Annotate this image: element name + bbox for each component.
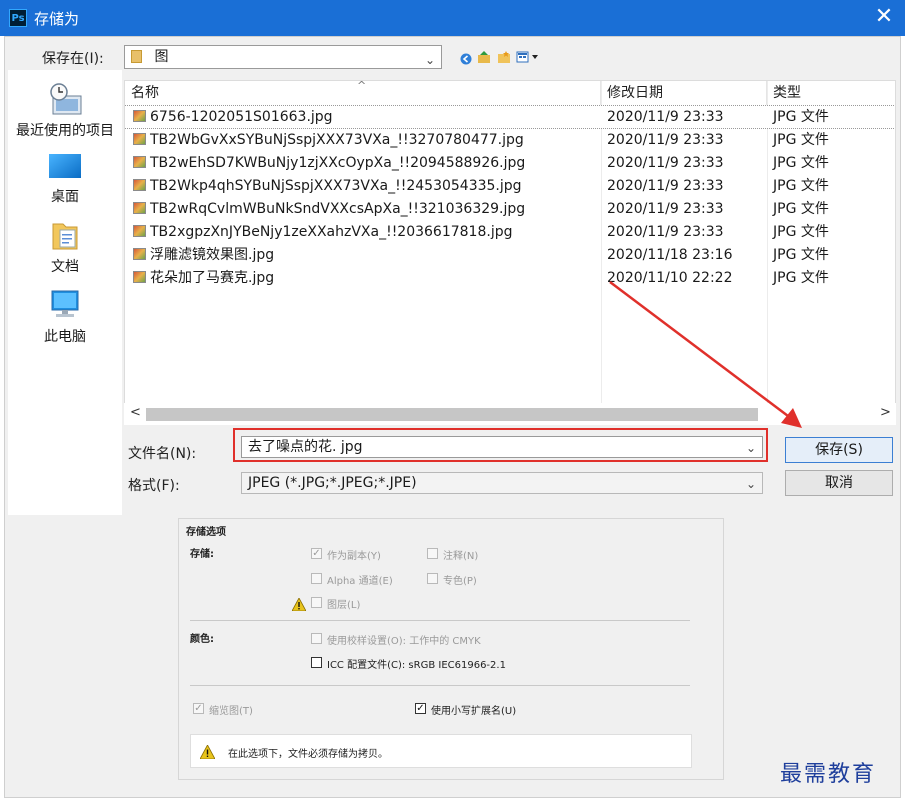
layers-checkbox[interactable] [311,597,322,608]
recent-places-icon [50,83,82,115]
jpg-file-icon [133,271,146,283]
this-pc-icon [51,290,79,317]
close-icon[interactable]: ✕ [872,4,896,30]
back-icon[interactable] [460,50,472,69]
use-proof-setup-label: 使用校样设置(O): 工作中的 CMYK [327,636,481,647]
file-row[interactable]: TB2Wkp4qhSYBuNjSspjXXX73VXa_!!2453054335… [125,175,895,197]
scroll-left-icon[interactable]: < [130,405,141,420]
section-divider [190,685,690,686]
layers-label: 图层(L) [327,600,361,611]
jpg-file-icon [133,225,146,237]
watermark-text: 最需教育 [780,762,877,787]
chevron-down-icon: ⌄ [745,441,756,455]
column-header-name[interactable]: 名称 ^ [125,81,601,105]
filename-value: 去了噪点的花. jpg [248,439,363,455]
up-folder-icon[interactable] [477,49,491,68]
warning-message: 在此选项下，文件必须存储为拷贝。 [228,749,388,760]
lowercase-extension-label: 使用小写扩展名(U) [431,706,517,717]
file-row[interactable]: TB2wRqCvlmWBuNkSndVXXcsApXa_!!321036329.… [125,198,895,220]
photoshop-app-icon: Ps [9,9,27,27]
documents-icon [52,223,78,250]
filename-label: 文件名(N): [128,446,197,462]
color-section-label: 颜色: [190,634,214,645]
save-in-value: 图 [154,49,169,65]
alpha-channels-label: Alpha 通道(E) [327,576,393,587]
save-in-dropdown[interactable]: 图 ⌄ [124,45,442,69]
file-row[interactable]: TB2xgpzXnJYBeNjy1zeXXahzVXa_!!2036617818… [125,221,895,243]
place-label: 桌面 [51,189,79,205]
window-title: 存储为 [34,10,80,28]
jpg-file-icon [133,248,146,260]
save-button[interactable]: 保存(S) [785,437,893,463]
cancel-button[interactable]: 取消 [785,470,893,496]
thumbnail-label: 缩览图(T) [209,706,253,717]
format-value: JPEG (*.JPG;*.JPEG;*.JPE) [248,475,417,491]
chevron-down-icon: ⌄ [745,477,756,491]
as-copy-checkbox[interactable]: ✓ [311,548,322,559]
jpg-file-icon [133,133,146,145]
format-dropdown[interactable]: JPEG (*.JPG;*.JPEG;*.JPE) ⌄ [241,472,763,494]
options-group-title: 存储选项 [186,527,226,538]
file-row[interactable]: TB2WbGvXxSYBuNjSspjXXX73VXa_!!3270780477… [125,129,895,151]
save-section-label: 存储: [190,549,214,560]
place-desktop[interactable]: 桌面 [8,152,122,206]
icc-profile-checkbox[interactable] [311,657,322,668]
jpg-file-icon [133,156,146,168]
scroll-right-icon[interactable]: > [880,405,891,420]
icc-profile-label: ICC 配置文件(C): sRGB IEC61966-2.1 [327,660,506,671]
place-recent[interactable]: 最近使用的项目 [8,82,122,140]
new-folder-icon[interactable] [497,49,511,68]
use-proof-setup-checkbox[interactable] [311,633,322,644]
place-documents[interactable]: 文档 [8,220,122,276]
notes-checkbox[interactable] [427,548,438,559]
sort-ascending-icon: ^ [357,80,367,92]
notes-label: 注释(N) [443,551,479,562]
warning-icon [199,744,216,763]
place-label: 最近使用的项目 [16,123,114,139]
title-bar [0,0,905,36]
place-label: 文档 [51,259,79,275]
warning-icon [291,596,307,615]
place-label: 此电脑 [44,329,86,345]
thumbnail-checkbox[interactable]: ✓ [193,703,204,714]
folder-icon [131,50,142,63]
as-copy-label: 作为副本(Y) [327,551,381,562]
file-row[interactable]: 浮雕滤镜效果图.jpg 2020/11/18 23:16 JPG 文件 [125,244,895,266]
spot-colors-checkbox[interactable] [427,573,438,584]
lowercase-extension-checkbox[interactable]: ✓ [415,703,426,714]
save-in-label: 保存在(I): [42,51,104,67]
filename-input[interactable]: 去了噪点的花. jpg ⌄ [241,436,763,458]
file-row[interactable]: 6756-1202051S01663.jpg 2020/11/9 23:33 J… [125,105,895,129]
column-header-date[interactable]: 修改日期 [601,81,767,105]
format-label: 格式(F): [128,478,180,494]
column-header-type[interactable]: 类型 [767,81,895,105]
places-bar: 最近使用的项目 桌面 文档 此电脑 [8,70,122,515]
spot-colors-label: 专色(P) [443,576,477,587]
view-menu-icon[interactable] [516,49,544,68]
desktop-icon [49,154,81,178]
place-this-pc[interactable]: 此电脑 [8,288,122,346]
alpha-channels-checkbox[interactable] [311,573,322,584]
jpg-file-icon [133,179,146,191]
jpg-file-icon [133,110,146,122]
annotation-arrow [609,281,802,428]
jpg-file-icon [133,202,146,214]
file-row[interactable]: TB2wEhSD7KWBuNjy1zjXXcOypXa_!!2094588926… [125,152,895,174]
section-divider [190,620,690,621]
chevron-down-icon: ⌄ [424,53,435,67]
